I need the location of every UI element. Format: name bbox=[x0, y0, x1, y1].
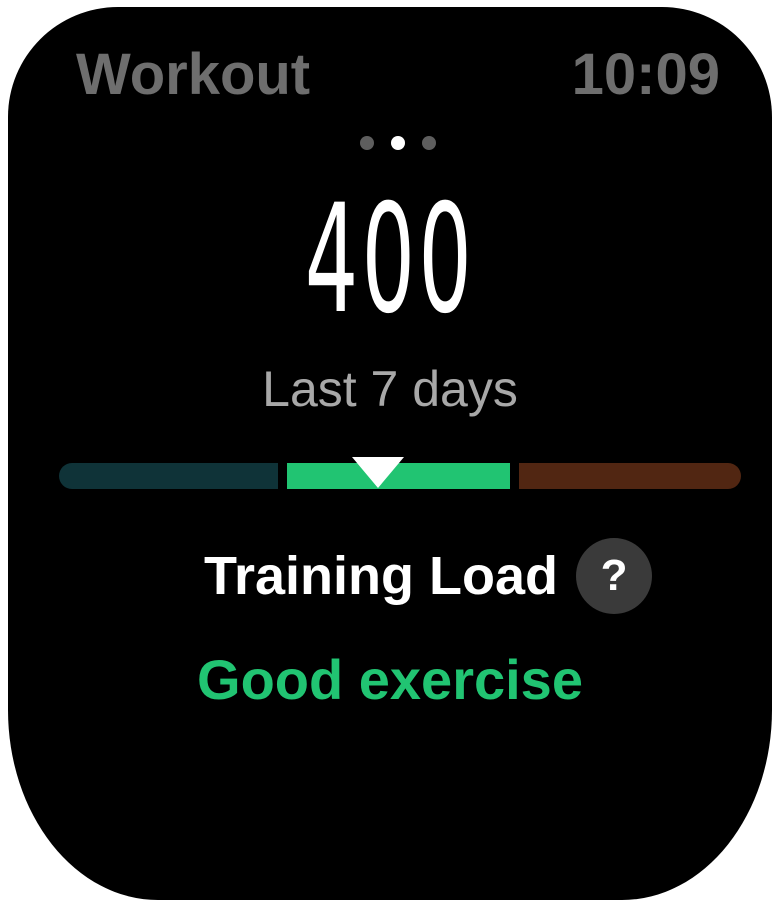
training-load-value: 400 bbox=[304, 173, 476, 347]
training-load-label: Training Load bbox=[204, 546, 559, 606]
page-dot-active bbox=[391, 136, 405, 150]
period-label: Last 7 days bbox=[262, 361, 518, 417]
app-title: Workout bbox=[76, 42, 311, 107]
status-text: Good exercise bbox=[197, 648, 583, 711]
zone-high-segment bbox=[519, 463, 741, 489]
training-load-label-row: Training Load ? bbox=[204, 538, 653, 614]
clock-time: 10:09 bbox=[571, 42, 720, 107]
triangle-down-icon bbox=[352, 457, 404, 488]
question-mark-icon[interactable]: ? bbox=[576, 538, 653, 614]
page-indicator bbox=[360, 136, 436, 150]
watch-screen: Workout 10:09 400 Last 7 days Training L… bbox=[8, 7, 772, 900]
page-dot bbox=[422, 136, 436, 150]
page-dot bbox=[360, 136, 374, 150]
zone-low-segment bbox=[59, 463, 278, 489]
